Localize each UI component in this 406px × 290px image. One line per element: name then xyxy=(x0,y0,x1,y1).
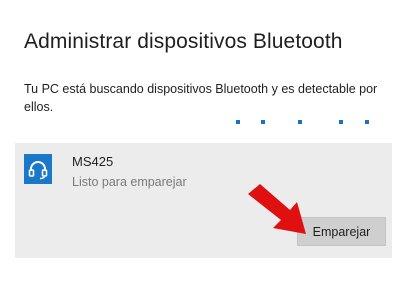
searching-progress-indicator xyxy=(230,120,370,126)
device-name: MS425 xyxy=(72,154,114,169)
device-status: Listo para emparejar xyxy=(72,175,187,189)
progress-dot xyxy=(339,120,343,124)
device-list-item[interactable]: MS425 Listo para emparejar Emparejar xyxy=(15,143,392,258)
progress-dot xyxy=(261,120,265,124)
search-status-text: Tu PC está buscando dispositivos Bluetoo… xyxy=(24,82,378,114)
progress-dot xyxy=(365,120,369,124)
page-title: Administrar dispositivos Bluetooth xyxy=(24,30,343,53)
red-arrow-annotation xyxy=(248,184,306,234)
headset-icon xyxy=(24,154,52,184)
progress-dot xyxy=(298,120,302,124)
progress-dot xyxy=(236,120,240,124)
